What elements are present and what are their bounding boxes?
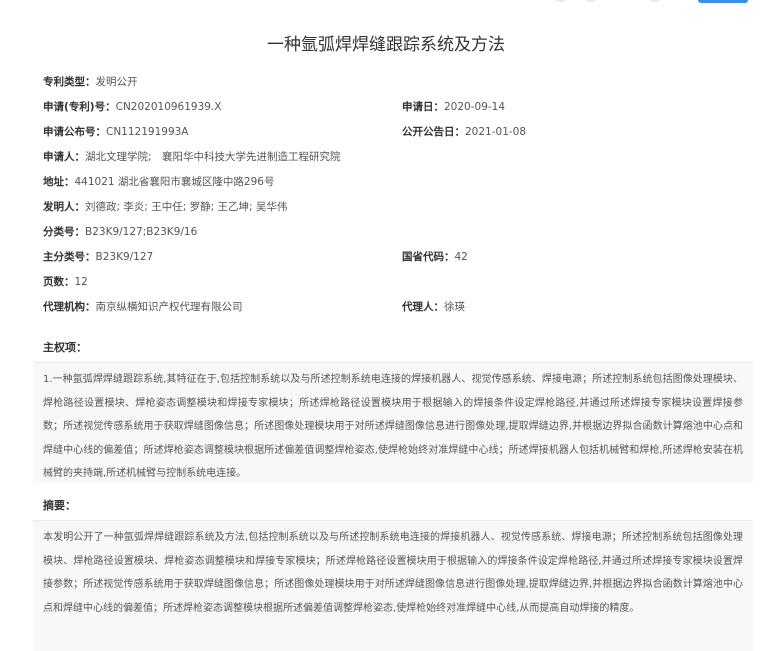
field-province-code: 国省代码：42	[402, 250, 468, 264]
field-value: 2021-01-08	[465, 126, 527, 138]
field-label: 申请日：	[402, 101, 444, 113]
abstract-text: 本发明公开了一种氩弧焊焊缝跟踪系统及方法,包括控制系统以及与所述控制系统电连接的…	[43, 532, 743, 614]
field-label: 地址：	[43, 176, 75, 188]
abstract-heading: 摘要：	[43, 499, 76, 512]
field-value: B23K9/127;B23K9/16	[85, 226, 198, 238]
field-label: 申请(专利)号：	[43, 101, 116, 113]
field-value: 2020-09-14	[444, 101, 506, 113]
field-pub-date: 公开公告日：2021-01-08	[402, 125, 526, 139]
field-patent-type: 专利类型：发明公开	[43, 75, 138, 89]
field-app-date: 申请日：2020-09-14	[402, 100, 505, 114]
field-value: 湖北文理学院; 襄阳华中科技大学先进制造工程研究院	[85, 151, 341, 163]
field-label: 主分类号：	[43, 251, 96, 263]
field-applicant: 申请人：湖北文理学院; 襄阳华中科技大学先进制造工程研究院	[43, 150, 341, 164]
field-agency: 代理机构：南京纵横知识产权代理有限公司	[43, 300, 243, 314]
field-label: 代理机构：	[43, 301, 96, 313]
field-label: 专利类型：	[43, 76, 96, 88]
field-value: CN112191993A	[106, 126, 189, 138]
field-label: 申请人：	[43, 151, 85, 163]
download-button[interactable]	[698, 0, 748, 3]
favorite-icon[interactable]	[584, 0, 598, 2]
top-toolbar	[548, 0, 748, 4]
field-app-no: 申请(专利)号：CN202010961939.X	[43, 100, 222, 114]
page-title: 一种氩弧焊焊缝跟踪系统及方法	[267, 35, 505, 55]
claims-text: 1.一种氩弧焊焊缝跟踪系统,其特征在于,包括控制系统以及与所述控制系统电连接的焊…	[43, 374, 743, 480]
field-pub-no: 申请公布号：CN112191993A	[43, 125, 189, 139]
field-label: 页数：	[43, 276, 75, 288]
field-value: 42	[454, 251, 468, 263]
field-value: 南京纵横知识产权代理有限公司	[95, 301, 243, 313]
field-value: 441021 湖北省襄阳市襄城区隆中路296号	[74, 176, 275, 188]
field-label: 发明人：	[43, 201, 85, 213]
field-address: 地址：441021 湖北省襄阳市襄城区隆中路296号	[43, 175, 274, 189]
claims-heading: 主权项：	[43, 341, 87, 354]
field-label: 代理人：	[402, 301, 444, 313]
field-pages: 页数：12	[43, 275, 88, 289]
field-label: 分类号：	[43, 226, 85, 238]
claims-box: 1.一种氩弧焊焊缝跟踪系统,其特征在于,包括控制系统以及与所述控制系统电连接的焊…	[33, 362, 753, 483]
field-inventors: 发明人：刘德政; 李炎; 王中任; 罗静; 王乙坤; 吴华伟	[43, 200, 287, 214]
field-label: 国省代码：	[402, 251, 455, 263]
field-value: CN202010961939.X	[115, 101, 222, 113]
field-value: 发明公开	[95, 76, 138, 88]
field-value: B23K9/127	[95, 251, 154, 263]
print-icon[interactable]	[648, 0, 662, 2]
field-agent: 代理人：徐瑛	[402, 300, 465, 314]
field-value: 12	[74, 276, 88, 288]
field-value: 刘德政; 李炎; 王中任; 罗静; 王乙坤; 吴华伟	[85, 201, 288, 213]
field-main-class: 主分类号：B23K9/127	[43, 250, 153, 264]
share-icon[interactable]	[554, 0, 568, 2]
abstract-box: 本发明公开了一种氩弧焊焊缝跟踪系统及方法,包括控制系统以及与所述控制系统电连接的…	[33, 520, 753, 651]
field-label: 公开公告日：	[402, 126, 465, 138]
field-label: 申请公布号：	[43, 126, 106, 138]
field-class-no: 分类号：B23K9/127;B23K9/16	[43, 225, 197, 239]
field-value: 徐瑛	[444, 301, 465, 313]
